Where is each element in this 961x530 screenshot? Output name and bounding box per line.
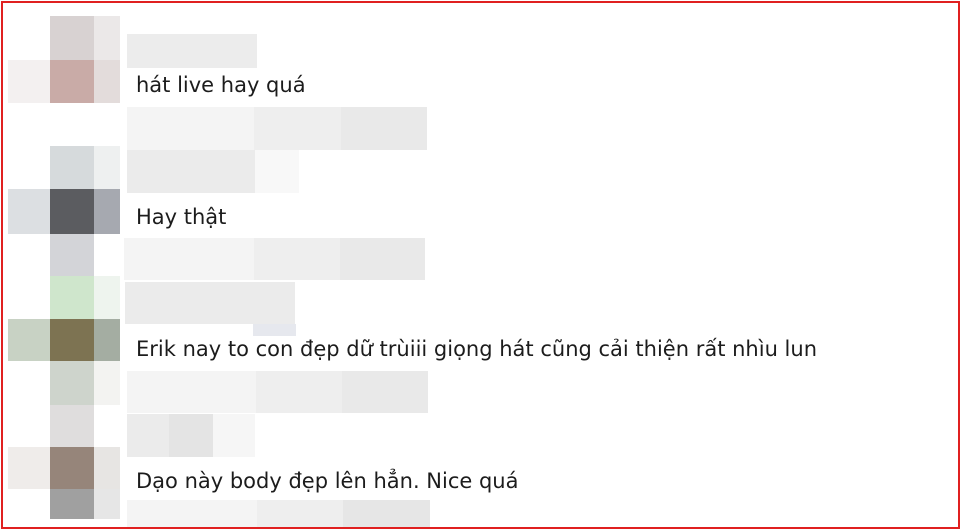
comment-screenshot-frame: hát live hay quá Hay thật Erik nay to co… [1,1,960,529]
comment-text: Dạo này body đẹp lên hẳn. Nice quá [136,469,519,493]
comment-text: hát live hay quá [136,73,306,97]
comment-text: Erik nay to con đẹp dữ trùiii giọng hát … [136,337,818,361]
comment-text: Hay thật [136,205,227,229]
